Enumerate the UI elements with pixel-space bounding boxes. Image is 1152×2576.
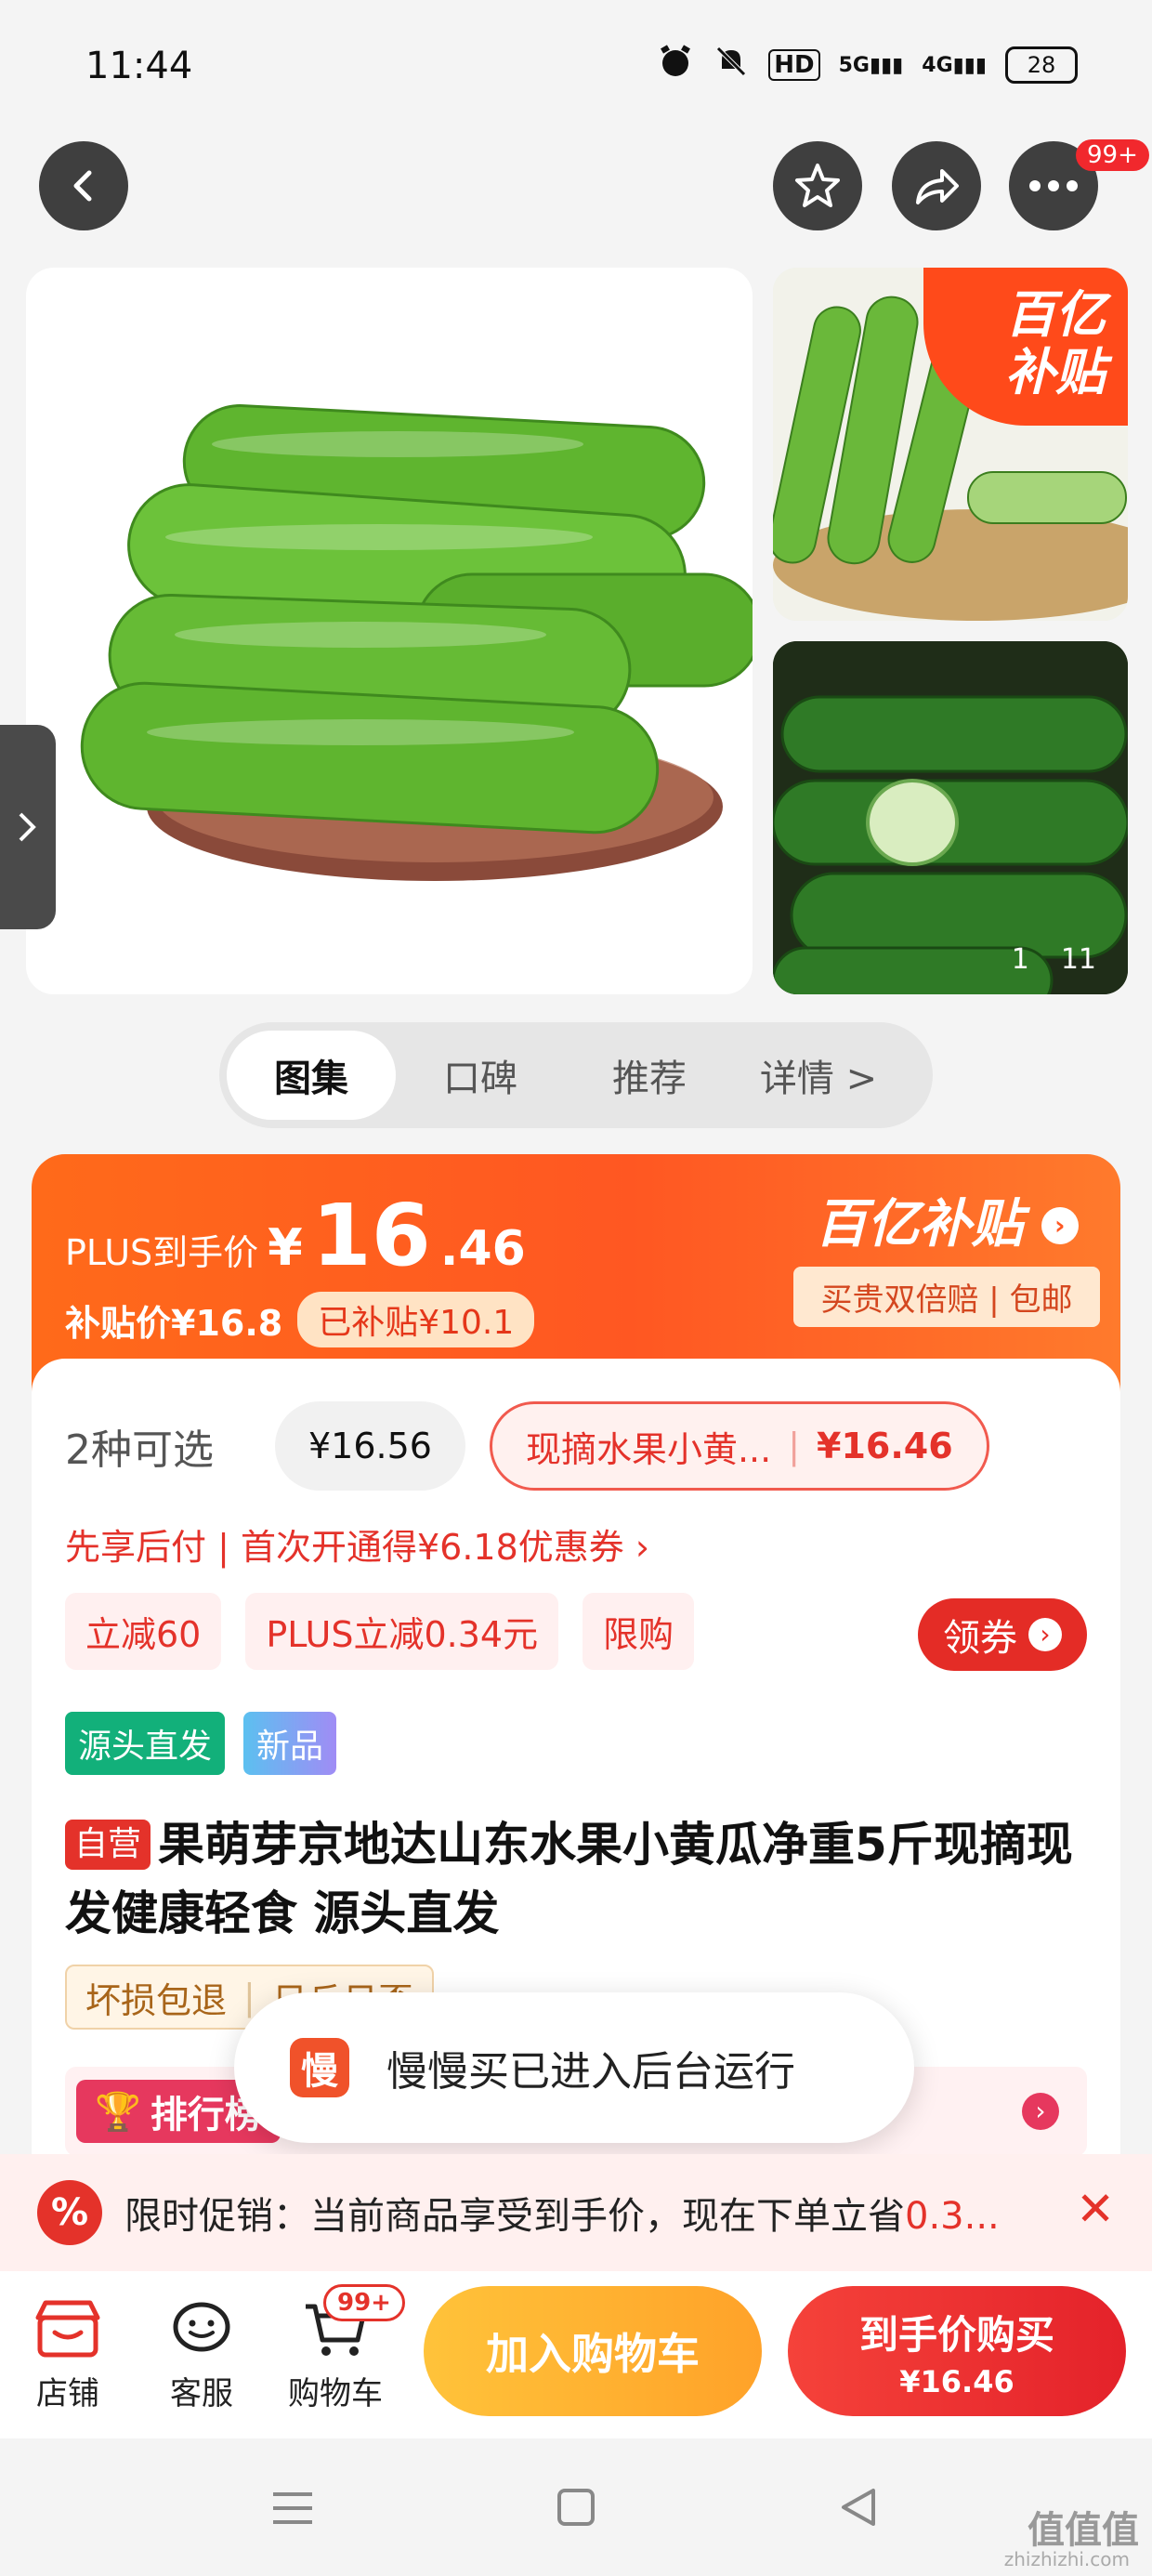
cucumber-image	[80, 403, 753, 881]
product-thumb-1[interactable]: 百亿 补贴	[773, 268, 1128, 621]
image-counter: 1 11	[1011, 943, 1096, 976]
product-info-card: 2种可选 ¥16.56 现摘水果小黄... | ¥16.46 先享后付 | 首次…	[32, 1359, 1120, 2288]
buy-now-button[interactable]: 到手价购买 ¥16.46	[788, 2286, 1126, 2416]
variant-count[interactable]: 2种可选	[65, 1416, 251, 1476]
hd-icon: HD	[768, 49, 820, 81]
variant-selector: 2种可选 ¥16.56 现摘水果小黄... | ¥16.46	[65, 1401, 989, 1491]
plus-discount-tag: PLUS立减0.34元	[245, 1593, 559, 1670]
status-icons: HD 5G▮▮▮ 4G▮▮▮ 28	[657, 43, 1078, 87]
discount-tags: 立减60 PLUS立减0.34元 限购	[65, 1593, 695, 1670]
chevron-right-icon	[19, 812, 36, 842]
alarm-icon	[657, 43, 694, 87]
signal-5g-icon: 5G▮▮▮	[838, 53, 904, 77]
variant-option-1[interactable]: ¥16.56	[275, 1401, 465, 1491]
product-main-image[interactable]	[26, 268, 753, 994]
background-run-toast: 慢 慢慢买已进入后台运行	[234, 1992, 914, 2143]
signal-4g-icon: 4G▮▮▮	[922, 53, 987, 77]
mute-icon	[713, 43, 750, 87]
tab-gallery[interactable]: 图集	[227, 1031, 396, 1120]
percent-icon: %	[37, 2180, 102, 2245]
plus-price: PLUS到手价 ¥ 16 .46	[65, 1186, 526, 1285]
back-button[interactable]	[39, 141, 128, 230]
favorite-button[interactable]	[773, 141, 862, 230]
self-operated-tag: 自营	[65, 1820, 151, 1870]
message-count-badge: 99+	[1076, 139, 1149, 171]
chevron-left-icon	[73, 170, 92, 202]
flash-sale-text: 限时促销：当前商品享受到手价，现在下单立省0.3...	[124, 2195, 1000, 2238]
menu-icon[interactable]	[269, 2485, 316, 2531]
tab-reviews[interactable]: 口碑	[396, 1031, 565, 1120]
chevron-circle-icon: ›	[1041, 1207, 1079, 1244]
more-dots-icon	[1029, 180, 1078, 191]
source-direct-badge: 源头直发	[65, 1712, 226, 1775]
media-tabs: 图集 口碑 推荐 详情 >	[219, 1022, 933, 1128]
product-title: 自营 果萌芽京地达山东水果小黄瓜净重5斤现摘现发健康轻食 源头直发	[65, 1818, 1073, 1940]
expand-handle[interactable]	[0, 725, 56, 929]
product-badges: 源头直发 新品	[65, 1712, 337, 1775]
app-icon: 慢	[290, 2038, 349, 2097]
tab-details[interactable]: 详情 >	[734, 1031, 903, 1120]
chevron-circle-icon: ›	[1022, 2093, 1059, 2130]
customer-service-button[interactable]: 客服	[151, 2290, 253, 2413]
shop-icon	[17, 2290, 119, 2368]
toast-message: 慢慢买已进入后台运行	[386, 2048, 795, 2096]
variant-option-2[interactable]: 现摘水果小黄... | ¥16.46	[489, 1401, 989, 1491]
chat-smile-icon	[151, 2290, 253, 2368]
home-icon[interactable]	[554, 2485, 598, 2530]
system-nav-bar	[0, 2438, 1152, 2576]
chevron-circle-icon: ›	[1028, 1618, 1062, 1651]
trophy-icon: 🏆	[95, 2090, 141, 2134]
add-to-cart-button[interactable]: 加入购物车	[424, 2286, 762, 2416]
back-triangle-icon[interactable]	[836, 2485, 881, 2530]
new-product-badge: 新品	[243, 1712, 337, 1775]
limit-tag: 限购	[583, 1593, 695, 1670]
share-button[interactable]	[892, 141, 981, 230]
subsidy-row: 补贴价¥16.8 已补贴¥10.1	[65, 1292, 535, 1347]
flash-sale-banner[interactable]: % 限时促销：当前商品享受到手价，现在下单立省0.3... ✕	[0, 2154, 1152, 2271]
get-coupon-button[interactable]: 领券 ›	[918, 1598, 1087, 1671]
cucumber-pile-image	[773, 641, 1128, 994]
battery-icon: 28	[1005, 46, 1078, 84]
cart-count-badge: 99+	[323, 2284, 405, 2321]
shop-button[interactable]: 店铺	[17, 2290, 119, 2413]
guarantee-tag: 买贵双倍赔 | 包邮	[793, 1267, 1100, 1327]
close-icon[interactable]: ✕	[1076, 2182, 1115, 2236]
status-bar: 11:44 HD 5G▮▮▮ 4G▮▮▮ 28	[0, 0, 1152, 121]
share-icon	[916, 169, 959, 204]
watermark-url: zhizhizhi.com	[1003, 2548, 1130, 2570]
subsidy-brand[interactable]: 百亿补贴 › 买贵双倍赔 | 包邮	[793, 1182, 1100, 1327]
product-thumb-2[interactable]: 1 11	[773, 641, 1128, 994]
tab-recommend[interactable]: 推荐	[565, 1031, 734, 1120]
clock: 11:44	[85, 45, 193, 87]
subsidy-amount-chip: 已补贴¥10.1	[297, 1292, 535, 1347]
bottom-action-bar: 店铺 客服 购物车 99+ 加入购物车 到手价购买 ¥16.46	[0, 2271, 1152, 2438]
pay-later-promo[interactable]: 先享后付 | 首次开通得¥6.18优惠券 ›	[65, 1518, 649, 1570]
star-icon	[795, 164, 840, 207]
watermark-logo: 值值值	[1028, 2509, 1139, 2552]
discount-tag: 立减60	[65, 1593, 222, 1670]
